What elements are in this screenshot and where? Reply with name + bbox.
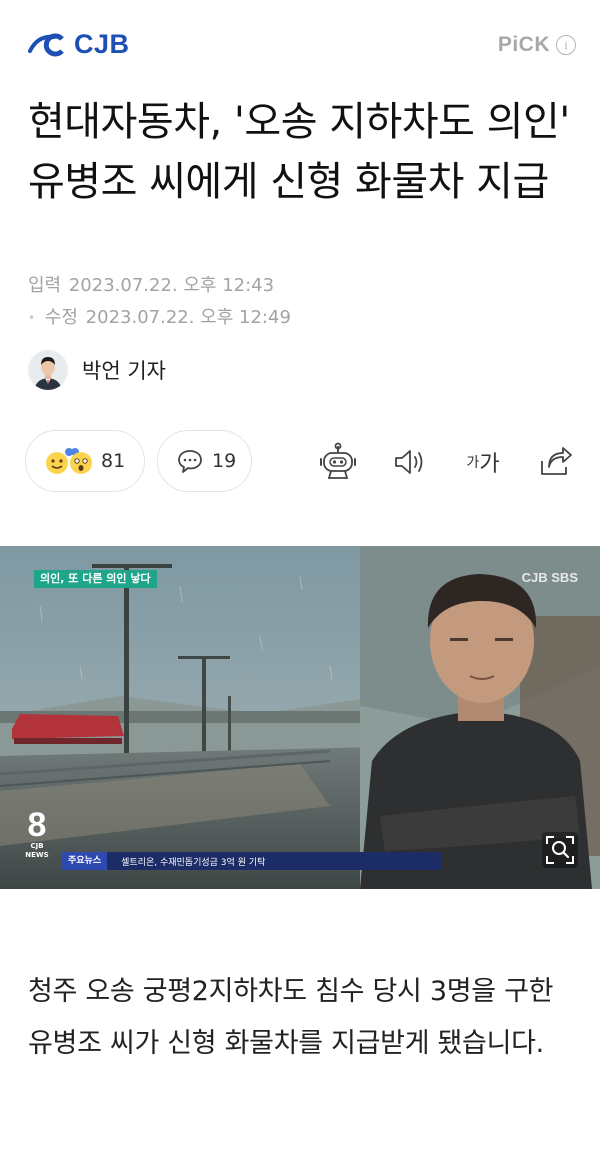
info-icon[interactable]: i bbox=[556, 35, 576, 55]
published-value: 2023.07.22. 오후 12:43 bbox=[68, 275, 275, 296]
article-title: 현대자동차, '오송 지하차도 의인' 유병조 씨에게 신형 화물차 지급 bbox=[28, 99, 570, 205]
channel-logo: CJB NEWS bbox=[25, 842, 49, 859]
channel-number: 8 bbox=[27, 806, 47, 844]
ticker-label: 주요뉴스 bbox=[62, 852, 108, 870]
broadcaster-watermark: CJB SBS bbox=[522, 570, 578, 585]
comment-count: 19 bbox=[212, 450, 237, 472]
modified-value: 2023.07.22. 오후 12:49 bbox=[85, 307, 291, 328]
font-size-button[interactable]: 가가 bbox=[458, 440, 508, 484]
tts-robot-icon bbox=[320, 442, 356, 479]
news-scene-image bbox=[0, 546, 600, 889]
reporter-name: 박언 기자 bbox=[82, 359, 166, 383]
broadcaster-text: CJB SBS bbox=[521, 570, 578, 585]
modified-date: • 수정 2023.07.22. 오후 12:49 bbox=[28, 303, 291, 329]
comment-button[interactable]: 19 bbox=[157, 430, 252, 492]
share-button[interactable] bbox=[534, 440, 578, 484]
published-label: 입력 bbox=[28, 275, 62, 296]
channel-badge: 8 CJB NEWS bbox=[22, 808, 52, 860]
font-size-small-label: 가 bbox=[466, 455, 480, 471]
share-icon bbox=[541, 447, 572, 475]
logo-text: CJB bbox=[74, 28, 130, 59]
reaction-count: 81 bbox=[101, 450, 126, 472]
speaker-icon bbox=[395, 450, 423, 474]
published-date: 입력 2023.07.22. 오후 12:43 bbox=[28, 271, 274, 297]
speaker-button[interactable] bbox=[388, 440, 432, 484]
ticker-text: 셀트리온, 수재민돕기성금 3억 원 기탁 bbox=[121, 857, 266, 868]
bullet-icon: • bbox=[28, 311, 36, 325]
avatar bbox=[28, 350, 68, 390]
reporter-byline[interactable]: 박언 기자 bbox=[28, 350, 166, 390]
reaction-emoji-icon bbox=[46, 448, 92, 474]
cjb-logo-icon bbox=[28, 33, 64, 57]
zoom-icon bbox=[542, 832, 578, 868]
pick-label: PiCK bbox=[497, 33, 550, 56]
reaction-button[interactable]: 81 bbox=[25, 430, 145, 492]
tts-button[interactable] bbox=[316, 440, 360, 484]
news-ticker: 주요뉴스 셀트리온, 수재민돕기성금 3억 원 기탁 bbox=[62, 852, 442, 870]
pick-badge[interactable]: PiCK i bbox=[498, 33, 576, 57]
top-header: CJB PiCK i bbox=[0, 0, 600, 90]
font-size-large-label: 가 bbox=[479, 452, 500, 477]
comment-icon bbox=[178, 450, 202, 473]
cjb-logo[interactable]: CJB bbox=[28, 28, 130, 60]
reporter-avatar-icon bbox=[28, 350, 68, 390]
article-body: 청주 오송 궁평2지하차도 침수 당시 3명을 구한 유병조 씨가 신형 화물차… bbox=[28, 976, 554, 1059]
video-banner-text: 의인, 또 다른 의인 낳다 bbox=[40, 572, 151, 585]
video-banner: 의인, 또 다른 의인 낳다 bbox=[34, 570, 157, 588]
news-video-frame[interactable]: 의인, 또 다른 의인 낳다 CJB SBS 8 CJB NEWS 주요뉴스 셀… bbox=[0, 546, 600, 889]
modified-label: 수정 bbox=[44, 307, 78, 328]
zoom-button[interactable] bbox=[538, 828, 582, 872]
